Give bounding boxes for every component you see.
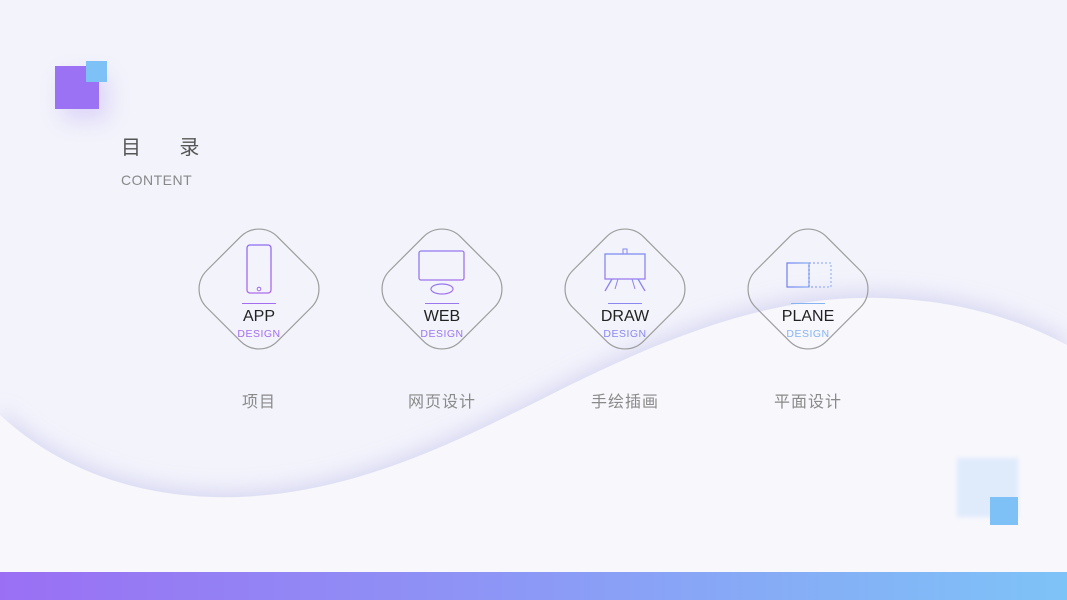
item-title: DRAW xyxy=(600,308,650,325)
item-title: APP xyxy=(242,308,275,325)
item-subtitle: DESIGN xyxy=(603,328,647,340)
accent-underline xyxy=(608,303,642,304)
bottom-gradient-bar xyxy=(0,572,1067,600)
title-block: 目 录 CONTENT xyxy=(121,131,215,188)
accent-underline xyxy=(791,303,825,304)
item-label: 手绘插画 xyxy=(590,392,659,411)
menu-item-draw[interactable]: DRAW DESIGN 手绘插画 xyxy=(553,217,697,411)
item-label: 项目 xyxy=(241,392,276,411)
diamond-frame: PLANE DESIGN xyxy=(736,217,880,361)
layout-icon xyxy=(786,257,832,293)
page-title: 目 录 xyxy=(121,135,216,159)
menu-item-web[interactable]: WEB DESIGN 网页设计 xyxy=(370,217,514,411)
background-wave xyxy=(0,297,1067,600)
decor-square-blue xyxy=(86,61,107,82)
item-subtitle: DESIGN xyxy=(786,328,830,340)
item-label: 平面设计 xyxy=(773,392,842,411)
easel-icon xyxy=(603,248,647,292)
item-title: WEB xyxy=(423,308,461,325)
item-subtitle: DESIGN xyxy=(420,328,464,340)
smartphone-icon xyxy=(246,244,272,294)
diamond-frame: APP DESIGN xyxy=(187,217,331,361)
item-title: PLANE xyxy=(781,308,835,325)
page-subtitle: CONTENT xyxy=(121,172,193,188)
accent-underline xyxy=(425,303,459,304)
accent-underline xyxy=(242,303,276,304)
menu-item-plane[interactable]: PLANE DESIGN 平面设计 xyxy=(736,217,880,411)
decor-square-blue-small xyxy=(990,497,1018,525)
item-subtitle: DESIGN xyxy=(237,328,281,340)
diamond-frame: DRAW DESIGN xyxy=(553,217,697,361)
item-label: 网页设计 xyxy=(407,392,476,411)
monitor-icon xyxy=(418,250,465,295)
menu-item-app[interactable]: APP DESIGN 项目 xyxy=(187,217,331,411)
diamond-frame: WEB DESIGN xyxy=(370,217,514,361)
